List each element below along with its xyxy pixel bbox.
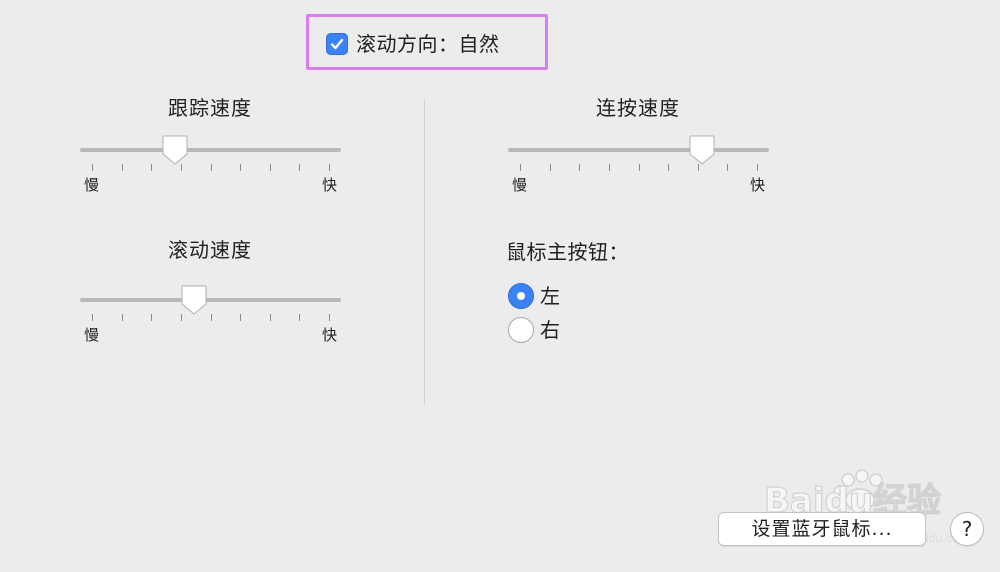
tracking-speed-slider[interactable]: 慢 快 bbox=[80, 130, 341, 200]
slider-tick bbox=[121, 314, 123, 321]
slider-tick bbox=[92, 314, 93, 321]
slider-fast-label: 快 bbox=[321, 326, 337, 344]
slider-tick bbox=[299, 314, 301, 321]
tracking-speed-title: 跟踪速度 bbox=[168, 96, 252, 120]
primary-button-label: 鼠标主按钮： bbox=[506, 240, 629, 264]
slider-tick bbox=[121, 164, 123, 171]
slider-tick bbox=[329, 164, 330, 171]
radio-left-row[interactable]: 左 bbox=[508, 281, 560, 311]
slider-tick bbox=[151, 164, 153, 171]
double-click-speed-slider[interactable]: 慢 快 bbox=[508, 130, 769, 200]
slider-fast-label: 快 bbox=[321, 176, 337, 194]
scroll-direction-checkbox-row[interactable]: 滚动方向：自然 bbox=[326, 30, 500, 58]
scroll-direction-label: 滚动方向：自然 bbox=[356, 32, 500, 56]
radio-right-label: 右 bbox=[540, 318, 560, 342]
scroll-speed-title: 滚动速度 bbox=[168, 238, 252, 262]
slider-tick bbox=[269, 314, 271, 321]
slider-fast-label: 快 bbox=[749, 176, 765, 194]
slider-knob[interactable] bbox=[688, 134, 716, 166]
slider-slow-label: 慢 bbox=[84, 326, 100, 344]
slider-tick bbox=[210, 164, 212, 171]
slider-tick bbox=[638, 164, 640, 171]
slider-tick bbox=[727, 164, 729, 171]
double-click-speed-title: 连按速度 bbox=[596, 96, 680, 120]
slider-knob[interactable] bbox=[161, 134, 189, 166]
slider-slow-label: 慢 bbox=[84, 176, 100, 194]
setup-bluetooth-mouse-button[interactable]: 设置蓝牙鼠标... bbox=[718, 512, 926, 546]
slider-tick bbox=[240, 164, 242, 171]
slider-tick bbox=[608, 164, 610, 171]
help-button[interactable]: ? bbox=[950, 512, 984, 546]
slider-tick bbox=[329, 314, 330, 321]
slider-tick bbox=[579, 164, 581, 171]
slider-tick bbox=[151, 314, 153, 321]
slider-tick bbox=[269, 164, 271, 171]
slider-track bbox=[80, 298, 341, 302]
column-divider bbox=[424, 100, 425, 404]
slider-ticks bbox=[80, 164, 341, 172]
slider-slow-label: 慢 bbox=[512, 176, 528, 194]
slider-knob[interactable] bbox=[180, 284, 208, 316]
slider-track bbox=[80, 148, 341, 152]
radio-right-row[interactable]: 右 bbox=[508, 315, 560, 345]
slider-ticks bbox=[508, 164, 769, 172]
slider-tick bbox=[549, 164, 551, 171]
scroll-speed-slider[interactable]: 慢 快 bbox=[80, 280, 341, 350]
slider-tick bbox=[92, 164, 93, 171]
scroll-direction-checkbox[interactable] bbox=[326, 33, 348, 55]
radio-left-label: 左 bbox=[540, 284, 560, 308]
slider-tick bbox=[668, 164, 670, 171]
slider-tick bbox=[299, 164, 301, 171]
checkmark-icon bbox=[330, 38, 344, 50]
slider-ticks bbox=[80, 314, 341, 322]
slider-tick bbox=[757, 164, 758, 171]
slider-tick bbox=[520, 164, 521, 171]
slider-track bbox=[508, 148, 769, 152]
slider-tick bbox=[240, 314, 242, 321]
slider-tick bbox=[210, 314, 212, 321]
radio-right[interactable] bbox=[508, 317, 534, 343]
radio-left[interactable] bbox=[508, 283, 534, 309]
